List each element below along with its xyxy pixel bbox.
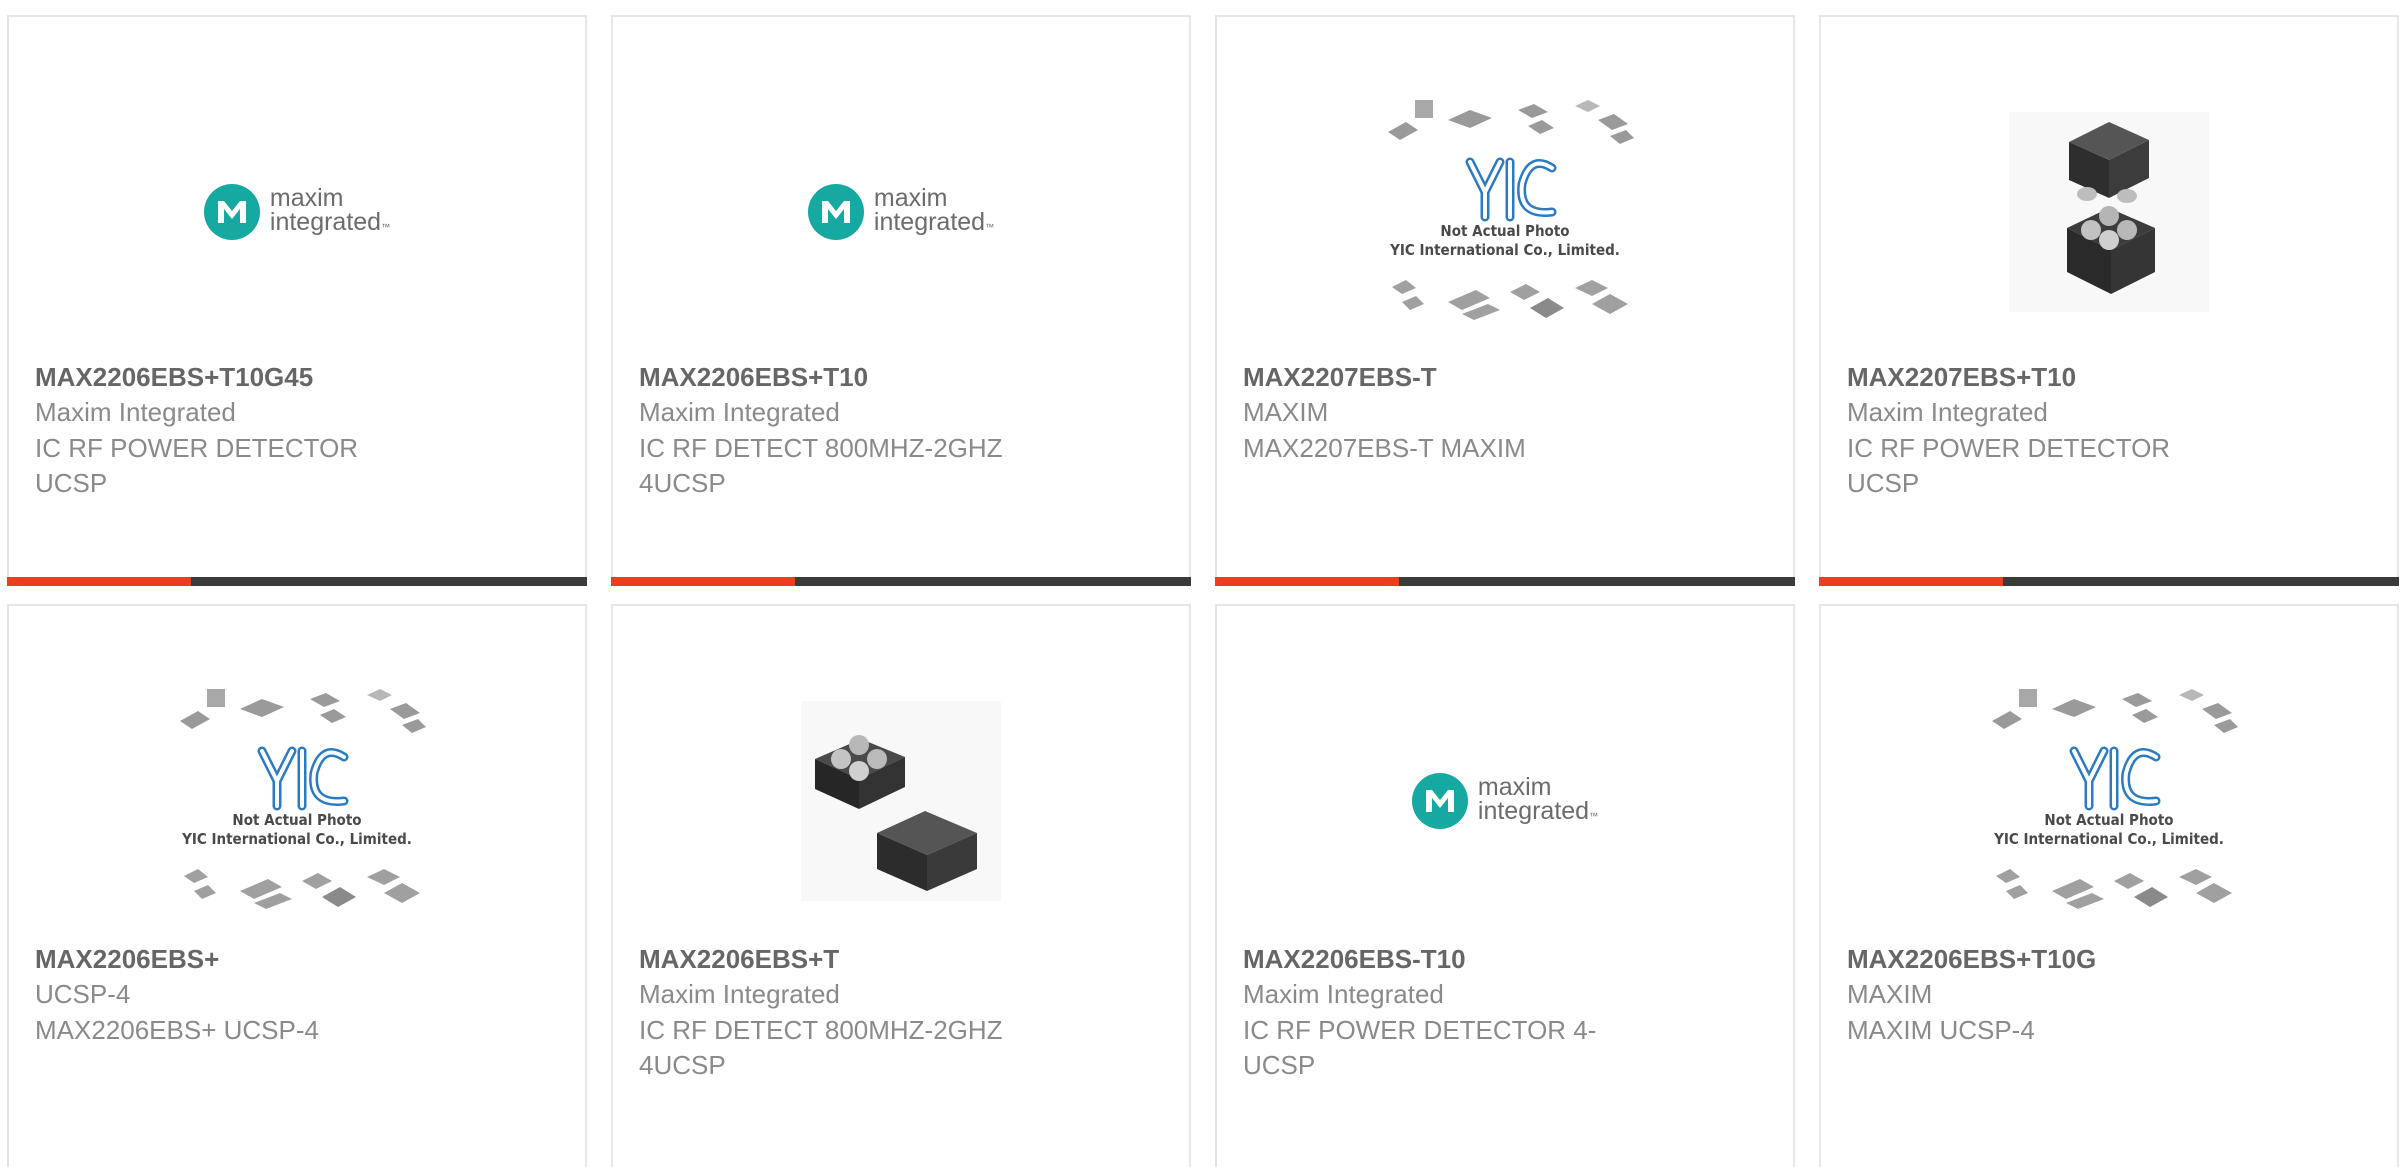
product-manufacturer: MAXIM bbox=[1243, 397, 1329, 427]
product-description-cont: UCSP bbox=[35, 468, 108, 498]
product-description: MAXIM UCSP-4 bbox=[1847, 1015, 2035, 1045]
chip-photo-icon bbox=[2009, 112, 2209, 312]
product-manufacturer: MAXIM bbox=[1847, 979, 1933, 1009]
product-description: IC RF DETECT 800MHZ-2GHZ bbox=[639, 433, 1003, 463]
maxim-logo-icon: maxim integrated™ bbox=[807, 184, 994, 240]
product-image[interactable]: maxim integrated™ bbox=[613, 87, 1189, 337]
yic-placeholder-icon: Not Actual Photo YIC International Co., L… bbox=[1370, 92, 1640, 332]
product-image[interactable]: Not Actual Photo YIC International Co., L… bbox=[1217, 87, 1793, 337]
product-grid: maxim integrated™ MAX2206EBS+T10G45 Maxim… bbox=[0, 0, 2400, 1167]
product-part-number[interactable]: MAX2206EBS+T10G bbox=[1847, 942, 2096, 976]
product-description: MAX2206EBS+ UCSP-4 bbox=[35, 1015, 319, 1045]
product-image[interactable] bbox=[613, 676, 1189, 926]
product-card[interactable]: maxim integrated™ MAX2206EBS+T10G45 Maxim… bbox=[7, 15, 587, 586]
maxim-logo-icon: maxim integrated™ bbox=[203, 184, 390, 240]
product-description: IC RF DETECT 800MHZ-2GHZ bbox=[639, 1015, 1003, 1045]
product-part-number[interactable]: MAX2207EBS-T bbox=[1243, 360, 1437, 394]
product-card[interactable]: Not Actual Photo YIC International Co., L… bbox=[1215, 15, 1795, 586]
chip-photo-icon bbox=[801, 701, 1001, 901]
product-description: IC RF POWER DETECTOR bbox=[1847, 433, 2171, 463]
product-description: MAX2207EBS-T MAXIM bbox=[1243, 433, 1526, 463]
product-image[interactable] bbox=[1821, 87, 2397, 337]
card-bottom-bar bbox=[1819, 577, 2399, 586]
product-description-cont: 4UCSP bbox=[639, 1050, 726, 1080]
product-manufacturer: Maxim Integrated bbox=[1243, 979, 1444, 1009]
product-part-number[interactable]: MAX2206EBS+T10 bbox=[639, 360, 868, 394]
product-description: IC RF POWER DETECTOR bbox=[35, 433, 359, 463]
card-bottom-bar bbox=[7, 577, 587, 586]
product-part-number[interactable]: MAX2207EBS+T10 bbox=[1847, 360, 2076, 394]
product-part-number[interactable]: MAX2206EBS-T10 bbox=[1243, 942, 1466, 976]
product-card[interactable]: MAX2207EBS+T10 Maxim Integrated IC RF PO… bbox=[1819, 15, 2399, 586]
product-image[interactable]: maxim integrated™ bbox=[1217, 676, 1793, 926]
product-package: UCSP-4 bbox=[35, 979, 131, 1009]
product-part-number[interactable]: MAX2206EBS+ bbox=[35, 942, 219, 976]
product-description-cont: 4UCSP bbox=[639, 468, 726, 498]
yic-placeholder-icon: Not Actual Photo YIC International Co., L… bbox=[1974, 681, 2244, 921]
product-card[interactable]: Not Actual Photo YIC International Co., L… bbox=[7, 604, 587, 1167]
product-description-cont: UCSP bbox=[1243, 1050, 1316, 1080]
product-part-number[interactable]: MAX2206EBS+T bbox=[639, 942, 839, 976]
product-image[interactable]: Not Actual Photo YIC International Co., L… bbox=[1821, 676, 2397, 926]
product-part-number[interactable]: MAX2206EBS+T10G45 bbox=[35, 360, 313, 394]
maxim-logo-icon: maxim integrated™ bbox=[1411, 773, 1598, 829]
product-card[interactable]: MAX2206EBS+T Maxim Integrated IC RF DETE… bbox=[611, 604, 1191, 1167]
card-bottom-bar bbox=[1215, 577, 1795, 586]
product-card[interactable]: maxim integrated™ MAX2206EBS-T10 Maxim In… bbox=[1215, 604, 1795, 1167]
product-manufacturer: Maxim Integrated bbox=[639, 979, 840, 1009]
product-image[interactable]: maxim integrated™ bbox=[9, 87, 585, 337]
card-bottom-bar bbox=[611, 577, 1191, 586]
product-card[interactable]: maxim integrated™ MAX2206EBS+T10 Maxim In… bbox=[611, 15, 1191, 586]
yic-placeholder-icon: Not Actual Photo YIC International Co., L… bbox=[162, 681, 432, 921]
product-image[interactable]: Not Actual Photo YIC International Co., L… bbox=[9, 676, 585, 926]
product-description-cont: UCSP bbox=[1847, 468, 1920, 498]
product-description: IC RF POWER DETECTOR 4- bbox=[1243, 1015, 1597, 1045]
product-manufacturer: Maxim Integrated bbox=[35, 397, 236, 427]
product-manufacturer: Maxim Integrated bbox=[639, 397, 840, 427]
product-manufacturer: Maxim Integrated bbox=[1847, 397, 2048, 427]
product-card[interactable]: Not Actual Photo YIC International Co., L… bbox=[1819, 604, 2399, 1167]
